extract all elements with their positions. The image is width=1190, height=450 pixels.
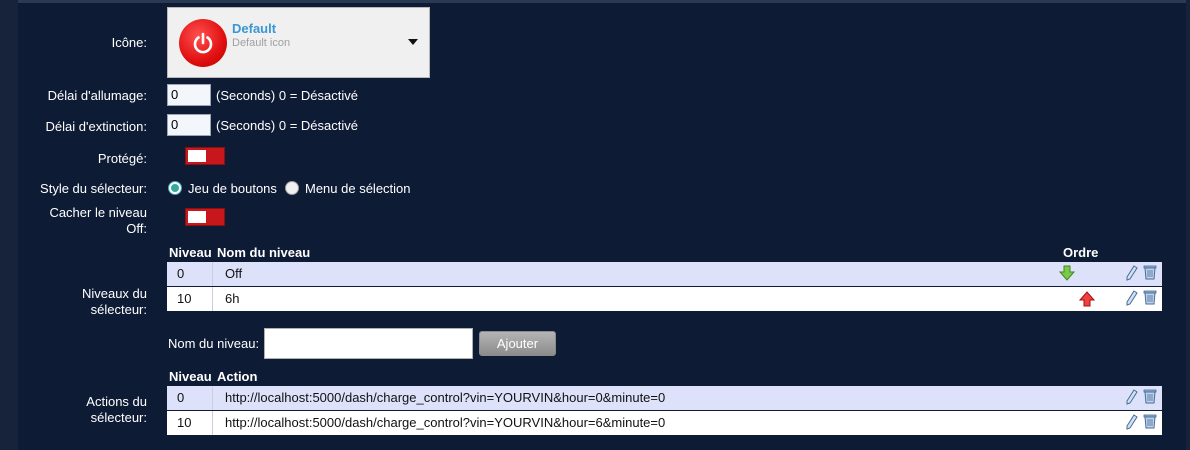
trash-icon[interactable] <box>1143 264 1157 280</box>
right-border <box>1186 0 1190 450</box>
level-name-input[interactable] <box>264 328 473 359</box>
off-delay-input[interactable]: 0 <box>167 114 211 136</box>
on-delay-hint: (Seconds) 0 = Désactivé <box>216 88 358 103</box>
level-name: 6h <box>225 291 240 306</box>
level-name: Off <box>225 266 243 281</box>
levels-header-order: Ordre <box>1063 245 1099 260</box>
trash-icon[interactable] <box>1143 413 1157 429</box>
add-level-button[interactable]: Ajouter <box>479 331 556 356</box>
on-delay-input[interactable]: 0 <box>167 84 211 106</box>
pencil-icon[interactable] <box>1125 414 1139 430</box>
table-row: 10 http://localhost:5000/dash/charge_con… <box>167 411 1162 435</box>
actions-label-line1: Actions du <box>86 394 147 409</box>
radio-select-menu[interactable] <box>285 181 299 195</box>
levels-header-name: Nom du niveau <box>217 245 311 260</box>
radio-select-menu-label: Menu de sélection <box>305 181 411 196</box>
levels-header-level: Niveau <box>169 245 212 260</box>
left-border <box>0 0 18 450</box>
on-delay-label: Délai d'allumage: <box>47 88 147 103</box>
icon-description: Default icon <box>232 37 291 49</box>
hide-off-label-line2: Off: <box>126 221 147 236</box>
arrow-down-icon[interactable] <box>1059 265 1075 281</box>
pencil-icon[interactable] <box>1125 265 1139 281</box>
chevron-down-icon[interactable] <box>408 39 418 45</box>
level-value: 10 <box>167 287 213 311</box>
hide-off-label-line1: Cacher le niveau <box>49 205 147 220</box>
arrow-up-icon[interactable] <box>1079 291 1095 307</box>
table-row: 0 http://localhost:5000/dash/charge_cont… <box>167 386 1162 410</box>
actions-header-level: Niveau <box>169 369 212 384</box>
level-name-label: Nom du niveau: <box>168 336 260 351</box>
level-value: 0 <box>167 262 213 286</box>
action-url: http://localhost:5000/dash/charge_contro… <box>225 390 666 405</box>
radio-button-set-label: Jeu de boutons <box>188 181 277 196</box>
icon-select-dropdown[interactable]: Default Default icon <box>167 7 430 78</box>
table-row: 10 6h <box>167 287 1162 311</box>
table-row: 0 Off <box>167 262 1162 286</box>
actions-header-action: Action <box>217 369 258 384</box>
action-level: 0 <box>167 386 213 410</box>
top-divider <box>18 0 1186 3</box>
pencil-icon[interactable] <box>1125 290 1139 306</box>
trash-icon[interactable] <box>1143 289 1157 305</box>
power-icon <box>179 19 227 67</box>
protected-label: Protégé: <box>97 151 147 166</box>
icon-label: Icône: <box>111 35 147 50</box>
off-delay-hint: (Seconds) 0 = Désactivé <box>216 118 358 133</box>
toggle-knob <box>188 150 206 162</box>
selector-style-label: Style du sélecteur: <box>40 181 147 196</box>
action-level: 10 <box>167 411 213 435</box>
radio-button-set[interactable] <box>168 181 182 195</box>
off-delay-label: Délai d'extinction: <box>45 119 147 134</box>
trash-icon[interactable] <box>1143 388 1157 404</box>
pencil-icon[interactable] <box>1125 389 1139 405</box>
toggle-knob <box>188 211 206 223</box>
levels-label-line1: Niveaux du <box>81 286 147 301</box>
action-url: http://localhost:5000/dash/charge_contro… <box>225 415 666 430</box>
levels-label-line2: sélecteur: <box>90 302 147 317</box>
hide-off-toggle[interactable] <box>185 208 225 226</box>
protected-toggle[interactable] <box>185 147 225 165</box>
actions-label-line2: sélecteur: <box>90 410 147 425</box>
icon-title: Default <box>232 21 277 36</box>
